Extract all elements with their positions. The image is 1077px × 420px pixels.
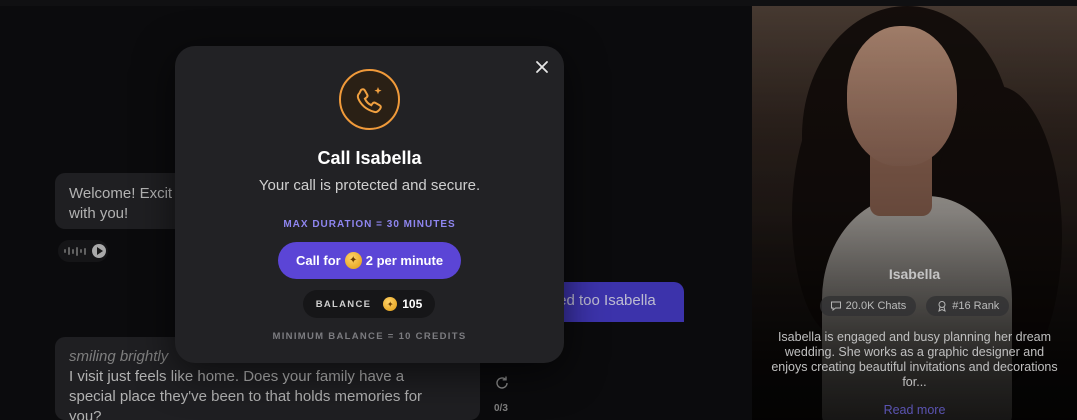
- coin-icon: ✦: [383, 297, 398, 311]
- call-button-rate: 2 per minute: [365, 253, 444, 268]
- balance-label: BALANCE: [315, 298, 372, 310]
- coin-icon: ✦: [344, 252, 362, 269]
- call-modal: Call Isabella Your call is protected and…: [175, 46, 564, 363]
- phone-sparkle-icon: [339, 69, 400, 130]
- call-button[interactable]: Call for ✦ 2 per minute: [278, 242, 461, 279]
- minimum-balance-label: MINIMUM BALANCE = 10 CREDITS: [272, 331, 467, 342]
- balance-value: 105: [402, 297, 423, 311]
- call-button-prefix: Call for: [295, 253, 341, 268]
- modal-title: Call Isabella: [317, 148, 422, 168]
- modal-subtitle: Your call is protected and secure.: [258, 177, 481, 194]
- balance-value-wrap: ✦ 105: [383, 297, 422, 311]
- balance-display: BALANCE ✦ 105: [303, 290, 435, 318]
- close-icon[interactable]: [534, 59, 550, 75]
- max-duration-label: MAX DURATION = 30 MINUTES: [283, 219, 456, 230]
